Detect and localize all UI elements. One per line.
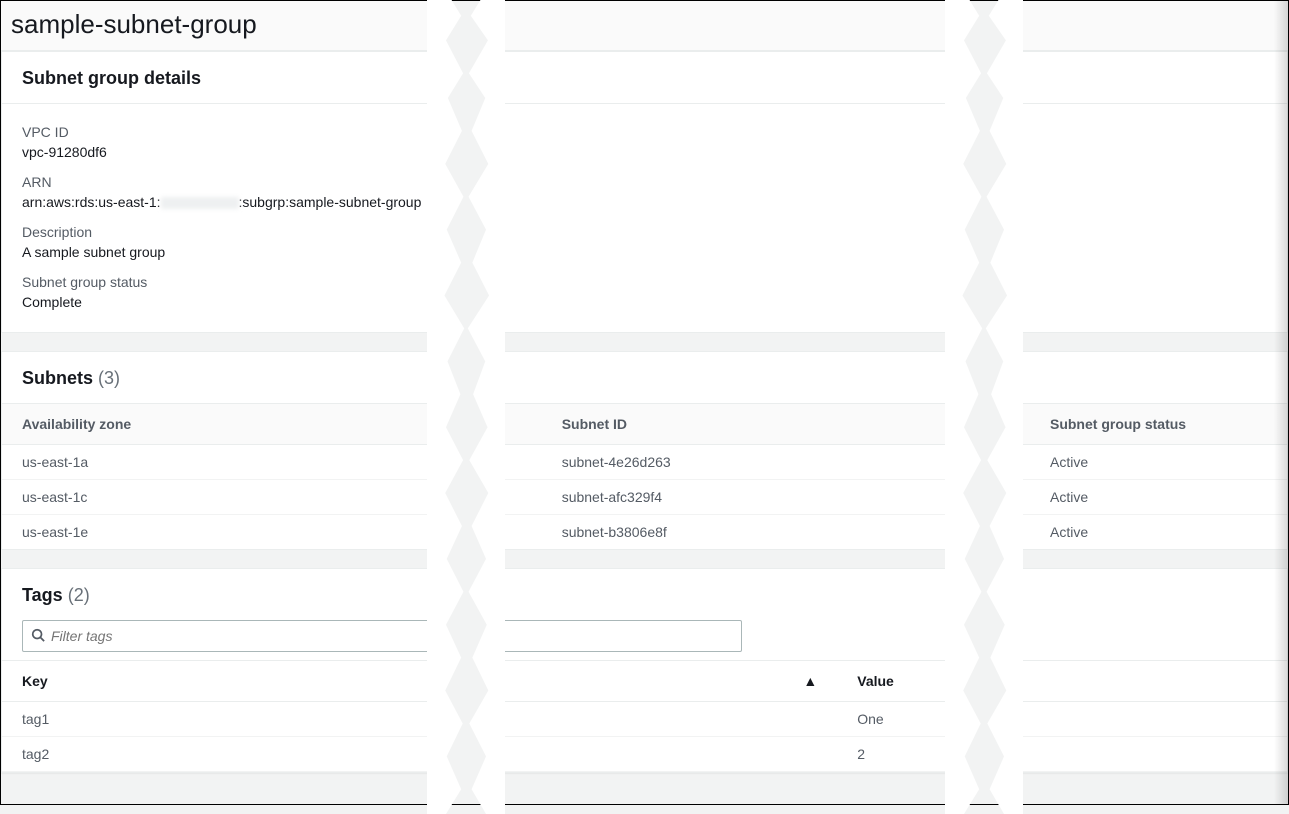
table-row: us-east-1e subnet-b3806e8f Active (2, 515, 1287, 550)
col-subnet-id[interactable]: Subnet ID (542, 404, 1030, 445)
description-value: A sample subnet group (22, 244, 1267, 260)
arn-suffix: :subgrp:sample-subnet-group (239, 194, 422, 210)
tags-panel: Tags (2) Key ▲ Value (1, 568, 1288, 773)
cell-status: Active (1030, 445, 1287, 480)
arn-account-redacted (161, 197, 239, 209)
col-subnet-status[interactable]: Subnet group status (1030, 404, 1287, 445)
panel-spacer (1, 550, 1288, 568)
arn-prefix: arn:aws:rds:us-east-1: (22, 194, 161, 210)
arn-value: arn:aws:rds:us-east-1: :subgrp:sample-sub… (22, 194, 1267, 210)
filter-tags-input[interactable] (51, 628, 733, 644)
subnets-table: Availability zone Subnet ID Subnet group… (2, 404, 1287, 549)
tags-count: (2) (68, 585, 90, 605)
cell-tag-key: tag1 (2, 702, 837, 737)
status-label: Subnet group status (22, 274, 1267, 290)
cell-subnet-id: subnet-4e26d263 (542, 445, 1030, 480)
cell-subnet-id: subnet-afc329f4 (542, 480, 1030, 515)
cell-az: us-east-1a (2, 445, 542, 480)
cell-status: Active (1030, 515, 1287, 550)
details-panel: Subnet group details VPC ID vpc-91280df6… (1, 51, 1288, 333)
cell-az: us-east-1c (2, 480, 542, 515)
cell-tag-key: tag2 (2, 737, 837, 772)
filter-tags-field[interactable] (22, 620, 742, 652)
details-panel-header: Subnet group details (2, 52, 1287, 104)
arn-label: ARN (22, 174, 1267, 190)
tags-table: Key ▲ Value tag1 One tag2 2 (2, 660, 1287, 772)
details-panel-title: Subnet group details (22, 68, 1267, 89)
vpc-id-value: vpc-91280df6 (22, 144, 1267, 160)
table-row: tag2 2 (2, 737, 1287, 772)
subnets-header-row: Availability zone Subnet ID Subnet group… (2, 404, 1287, 445)
cell-az: us-east-1e (2, 515, 542, 550)
tags-header-row: Key ▲ Value (2, 661, 1287, 702)
table-row: us-east-1a subnet-4e26d263 Active (2, 445, 1287, 480)
vpc-id-label: VPC ID (22, 124, 1267, 140)
subnets-panel: Subnets (3) Availability zone Subnet ID … (1, 351, 1288, 550)
subnets-title-text: Subnets (22, 368, 93, 388)
cell-subnet-id: subnet-b3806e8f (542, 515, 1030, 550)
tags-filter-row (2, 620, 1287, 660)
page-title: sample-subnet-group (11, 9, 1268, 40)
details-panel-body: VPC ID vpc-91280df6 ARN arn:aws:rds:us-e… (2, 104, 1287, 332)
panel-spacer (1, 333, 1288, 351)
page-header: sample-subnet-group (1, 1, 1288, 51)
kv-description: Description A sample subnet group (22, 224, 1267, 260)
cell-status: Active (1030, 480, 1287, 515)
subnets-panel-header: Subnets (3) (2, 352, 1287, 404)
kv-arn: ARN arn:aws:rds:us-east-1: :subgrp:sample… (22, 174, 1267, 210)
kv-vpc-id: VPC ID vpc-91280df6 (22, 124, 1267, 160)
table-row: us-east-1c subnet-afc329f4 Active (2, 480, 1287, 515)
sort-ascending-icon: ▲ (803, 673, 817, 689)
subnets-count: (3) (98, 368, 120, 388)
tags-panel-header: Tags (2) (2, 569, 1287, 620)
cell-tag-value: 2 (837, 737, 1287, 772)
kv-status: Subnet group status Complete (22, 274, 1267, 310)
search-icon (31, 628, 45, 645)
col-tag-value[interactable]: Value (837, 661, 1287, 702)
tags-panel-title: Tags (2) (22, 585, 1267, 606)
col-tag-key-label: Key (22, 673, 48, 689)
col-tag-key[interactable]: Key ▲ (2, 661, 837, 702)
description-label: Description (22, 224, 1267, 240)
table-row: tag1 One (2, 702, 1287, 737)
col-availability-zone[interactable]: Availability zone (2, 404, 542, 445)
status-value: Complete (22, 294, 1267, 310)
cell-tag-value: One (837, 702, 1287, 737)
subnets-panel-title: Subnets (3) (22, 368, 1267, 389)
tags-title-text: Tags (22, 585, 63, 605)
